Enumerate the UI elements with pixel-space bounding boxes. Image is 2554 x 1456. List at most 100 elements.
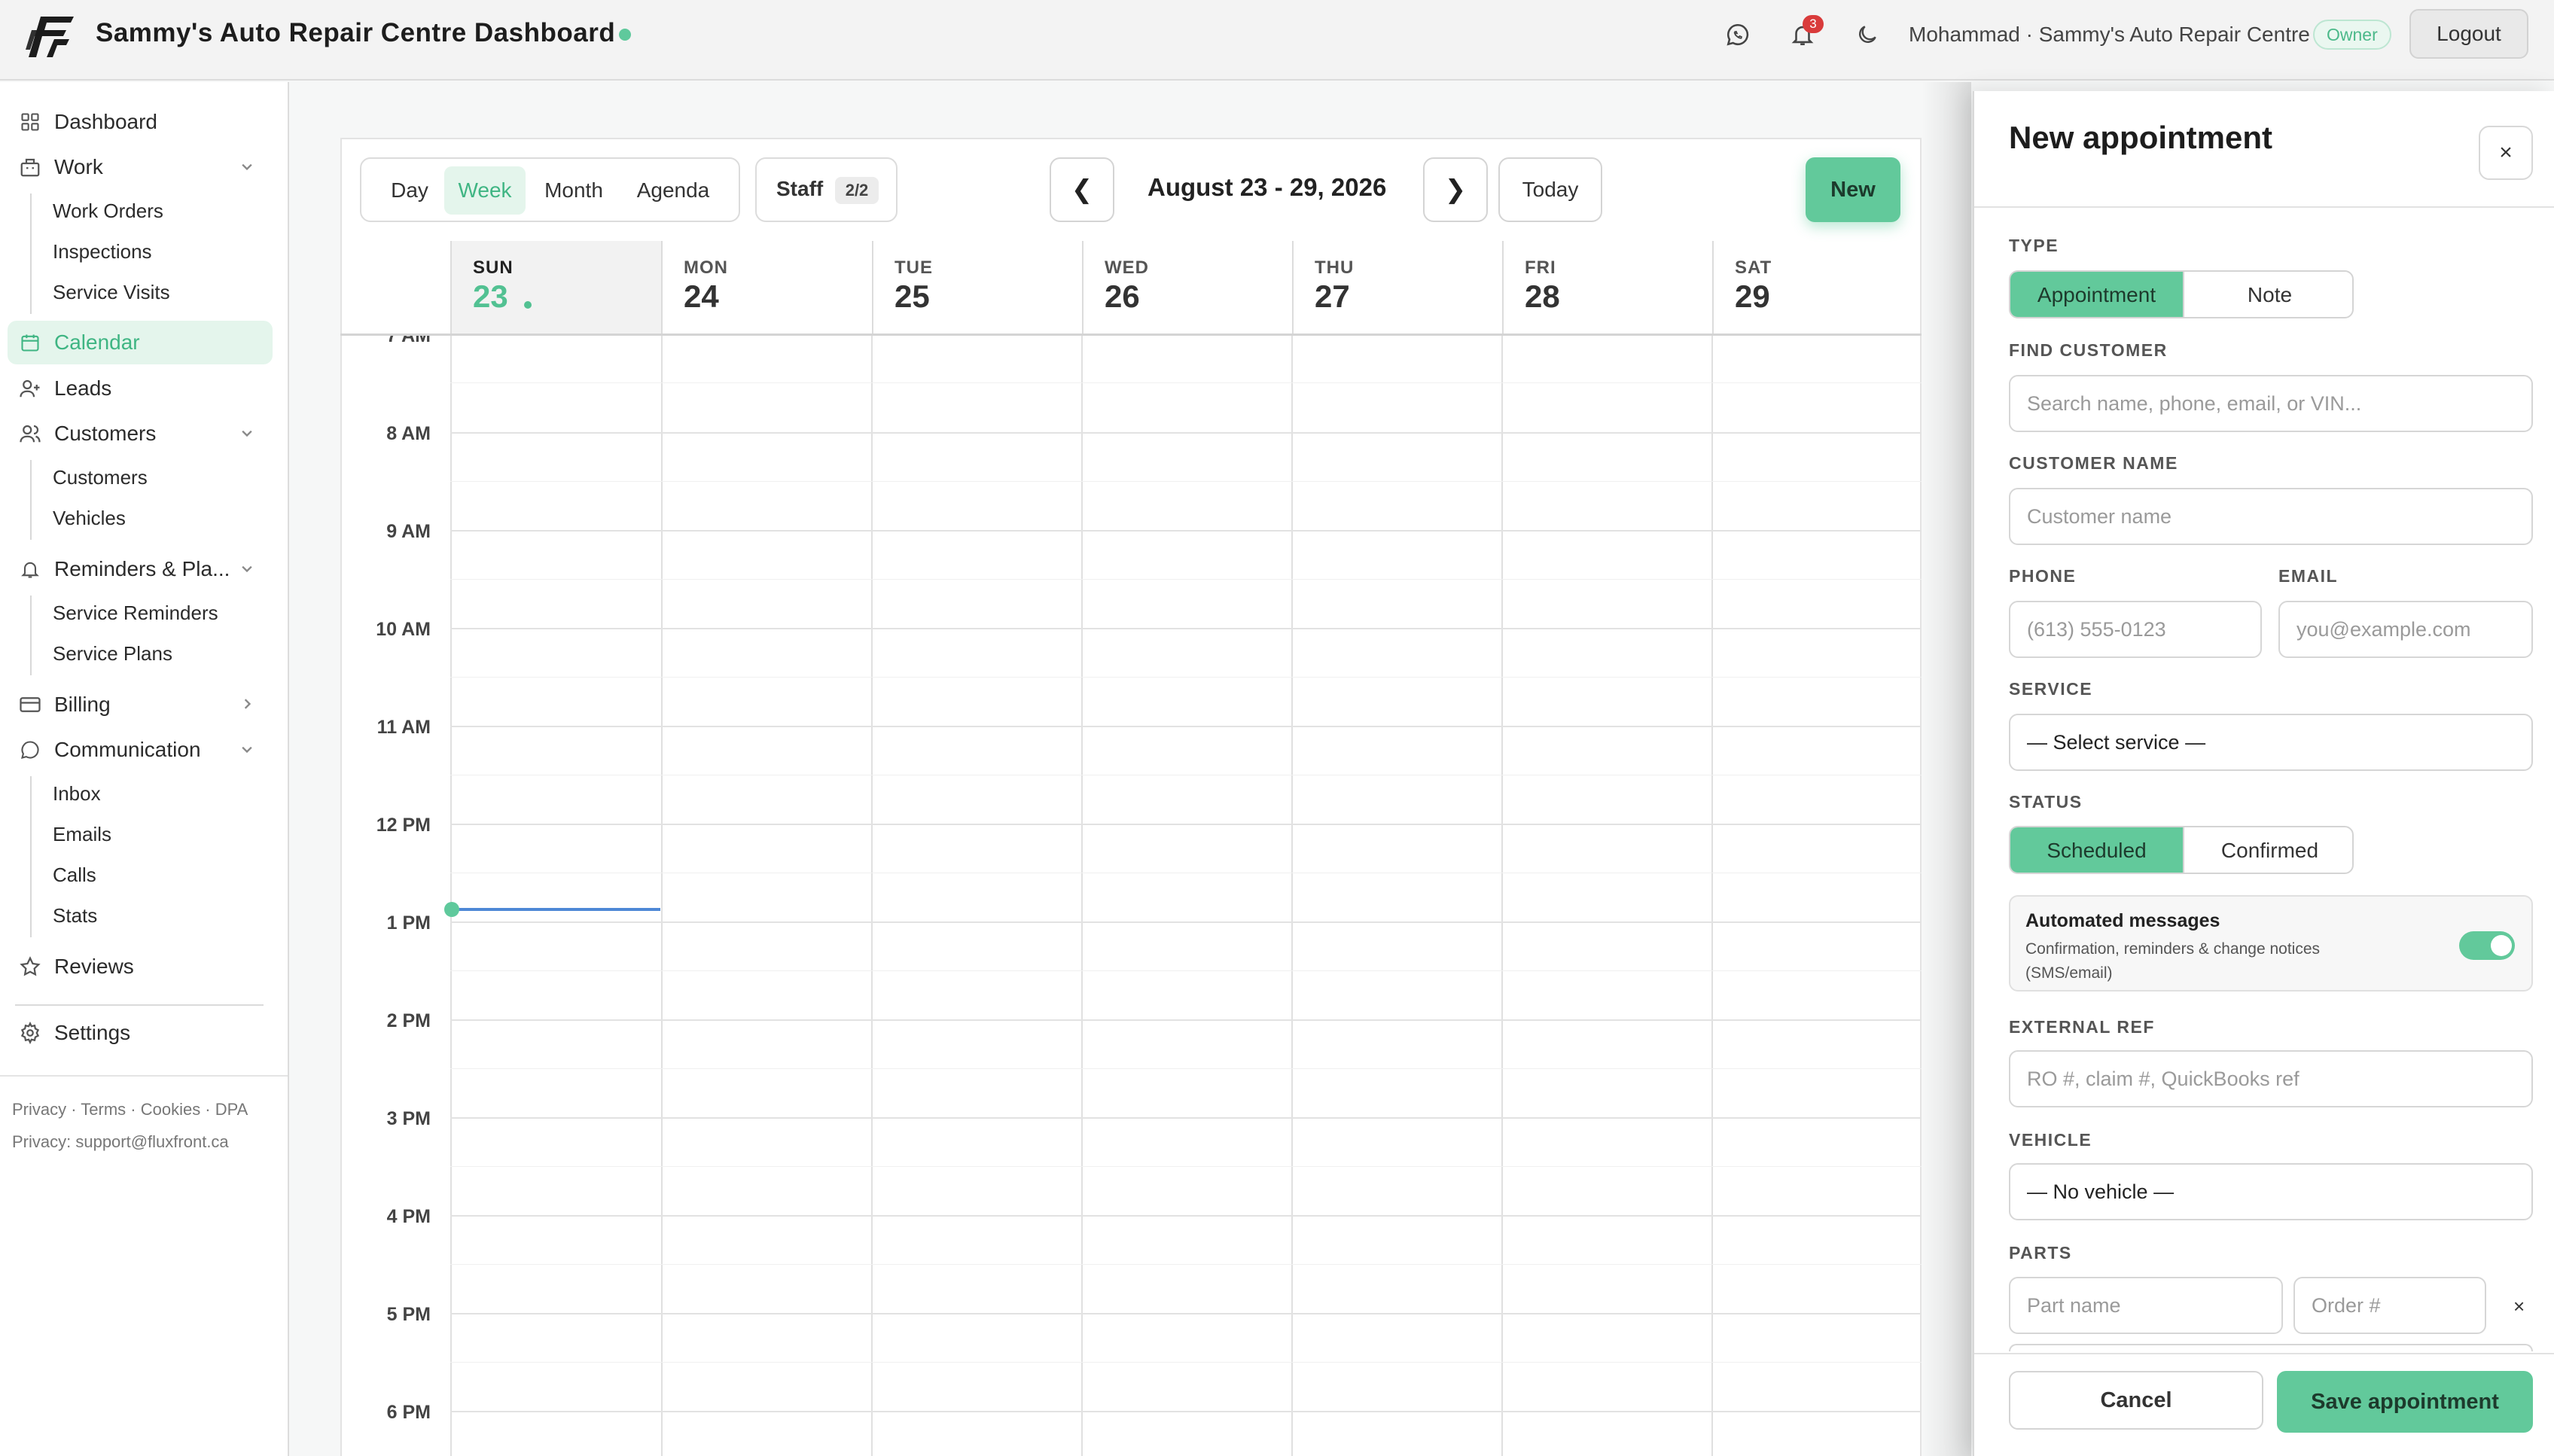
time-label: 1 PM <box>386 912 431 934</box>
time-label: 9 AM <box>386 521 431 542</box>
part-name-input[interactable]: Part name <box>2009 1277 2283 1334</box>
cancel-button[interactable]: Cancel <box>2009 1371 2263 1430</box>
sidebar-subitem-service-reminders[interactable]: Service Reminders <box>53 602 218 625</box>
day-header-mon[interactable]: MON 24 <box>661 241 872 334</box>
sidebar-item-settings[interactable]: Settings <box>8 1011 273 1055</box>
sidebar-subitem-vehicles[interactable]: Vehicles <box>53 507 126 530</box>
drawer-backdrop[interactable] <box>1922 82 1971 1456</box>
day-number: 27 <box>1315 279 1350 314</box>
hour-line <box>450 432 1922 434</box>
prev-week-button[interactable]: ❮ <box>1050 157 1114 222</box>
status-confirmed-option[interactable]: Confirmed <box>2183 827 2352 873</box>
email-input[interactable]: you@example.com <box>2278 601 2533 658</box>
sidebar-subitem-emails[interactable]: Emails <box>53 823 111 846</box>
sidebar-subitem-customers[interactable]: Customers <box>53 466 148 489</box>
half-hour-line <box>450 970 1922 971</box>
remove-part-icon[interactable]: × <box>2513 1295 2525 1318</box>
sidebar-item-label: Reviews <box>54 955 134 978</box>
status-label: STATUS <box>2009 792 2083 812</box>
app-logo[interactable] <box>24 11 77 63</box>
external-ref-label: EXTERNAL REF <box>2009 1017 2155 1037</box>
half-hour-line <box>450 382 1922 383</box>
external-ref-input[interactable]: RO #, claim #, QuickBooks ref <box>2009 1050 2533 1107</box>
sidebar-subitem-stats[interactable]: Stats <box>53 904 97 928</box>
view-agenda-button[interactable]: Agenda <box>622 166 724 215</box>
time-label: 5 PM <box>386 1304 431 1325</box>
part-order-input[interactable]: Order # <box>2293 1277 2486 1334</box>
sidebar-item-dashboard[interactable]: Dashboard <box>8 100 273 144</box>
view-day-button[interactable]: Day <box>375 166 444 215</box>
email-label: EMAIL <box>2278 566 2339 586</box>
today-button[interactable]: Today <box>1498 157 1602 222</box>
sidebar-item-reviews[interactable]: Reviews <box>8 945 273 988</box>
legal-links[interactable]: Privacy · Terms · Cookies · DPA <box>12 1100 248 1119</box>
sidebar-item-reminders[interactable]: Reminders & Pla... <box>8 547 273 591</box>
reminders-submenu: Service Reminders Service Plans <box>30 595 218 675</box>
vehicle-label: VEHICLE <box>2009 1130 2092 1150</box>
role-badge: Owner <box>2313 20 2391 50</box>
find-customer-input[interactable]: Search name, phone, email, or VIN... <box>2009 375 2533 432</box>
close-button[interactable]: × <box>2479 126 2533 180</box>
type-note-option[interactable]: Note <box>2183 272 2352 317</box>
chevron-down-icon <box>236 156 258 181</box>
status-scheduled-option[interactable]: Scheduled <box>2010 827 2183 873</box>
status-dot <box>619 29 631 41</box>
sidebar-item-work[interactable]: Work <box>8 145 273 189</box>
credit-card-icon <box>15 690 45 720</box>
hour-line <box>450 921 1922 923</box>
week-time-grid[interactable]: 7 AM 8 AM 9 AM 10 AM 11 AM 12 PM 1 PM 2 … <box>340 336 1922 1456</box>
sidebar-item-label: Reminders & Pla... <box>54 557 230 580</box>
automated-messages-box: Automated messages Confirmation, reminde… <box>2009 895 2533 991</box>
sidebar-item-billing[interactable]: Billing <box>8 683 273 726</box>
moon-icon[interactable] <box>1851 18 1884 51</box>
sidebar-item-leads[interactable]: Leads <box>8 367 273 410</box>
day-name: TUE <box>895 257 933 278</box>
hour-line <box>450 1313 1922 1314</box>
type-appointment-option[interactable]: Appointment <box>2010 272 2183 317</box>
logout-button[interactable]: Logout <box>2409 9 2528 59</box>
privacy-contact[interactable]: Privacy: support@fluxfront.ca <box>12 1132 229 1152</box>
sidebar-item-calendar[interactable]: Calendar <box>8 321 273 364</box>
chat-icon[interactable] <box>1721 18 1754 51</box>
time-label: 3 PM <box>386 1108 431 1129</box>
view-month-button[interactable]: Month <box>529 166 619 215</box>
save-appointment-button[interactable]: Save appointment <box>2277 1371 2533 1433</box>
time-label: 10 AM <box>376 619 431 640</box>
half-hour-line <box>450 1362 1922 1363</box>
next-week-button[interactable]: ❯ <box>1423 157 1488 222</box>
sidebar-subitem-service-plans[interactable]: Service Plans <box>53 642 172 666</box>
bell-icon <box>15 554 45 584</box>
day-header-wed[interactable]: WED 26 <box>1082 241 1292 334</box>
view-week-button[interactable]: Week <box>444 166 526 215</box>
work-submenu: Work Orders Inspections Service Visits <box>30 193 170 314</box>
day-header-fri[interactable]: FRI 28 <box>1502 241 1712 334</box>
automated-messages-toggle[interactable] <box>2459 931 2515 960</box>
hour-line <box>450 824 1922 825</box>
new-appointment-button[interactable]: New <box>1806 157 1900 222</box>
service-select[interactable]: — Select service — <box>2009 714 2533 771</box>
parts-label: PARTS <box>2009 1243 2072 1263</box>
day-header-sun[interactable]: SUN 23 <box>450 241 661 334</box>
date-range-label: August 23 - 29, 2026 <box>1147 173 1387 201</box>
automated-messages-description: Confirmation, reminders & change notices… <box>2025 940 2321 982</box>
sidebar-subitem-service-visits[interactable]: Service Visits <box>53 281 170 304</box>
user-label: Mohammad · Sammy's Auto Repair Centre <box>1909 23 2310 46</box>
building-icon <box>15 152 45 182</box>
gear-icon <box>15 1018 45 1048</box>
sidebar-subitem-inspections[interactable]: Inspections <box>53 240 152 263</box>
phone-input[interactable]: (613) 555-0123 <box>2009 601 2262 658</box>
sidebar-item-communication[interactable]: Communication <box>8 728 273 772</box>
day-header-thu[interactable]: THU 27 <box>1292 241 1502 334</box>
sidebar-subitem-calls[interactable]: Calls <box>53 864 96 887</box>
day-number: 28 <box>1525 279 1560 314</box>
half-hour-line <box>450 1068 1922 1069</box>
staff-filter-button[interactable]: Staff 2/2 <box>755 157 898 222</box>
sidebar-subitem-work-orders[interactable]: Work Orders <box>53 200 163 223</box>
day-header-sat[interactable]: SAT 29 <box>1712 241 1922 334</box>
day-name: THU <box>1315 257 1355 278</box>
customer-name-input[interactable]: Customer name <box>2009 488 2533 545</box>
day-header-tue[interactable]: TUE 25 <box>872 241 1082 334</box>
sidebar-subitem-inbox[interactable]: Inbox <box>53 782 101 806</box>
vehicle-select[interactable]: — No vehicle — <box>2009 1163 2533 1220</box>
sidebar-item-customers[interactable]: Customers <box>8 412 273 455</box>
